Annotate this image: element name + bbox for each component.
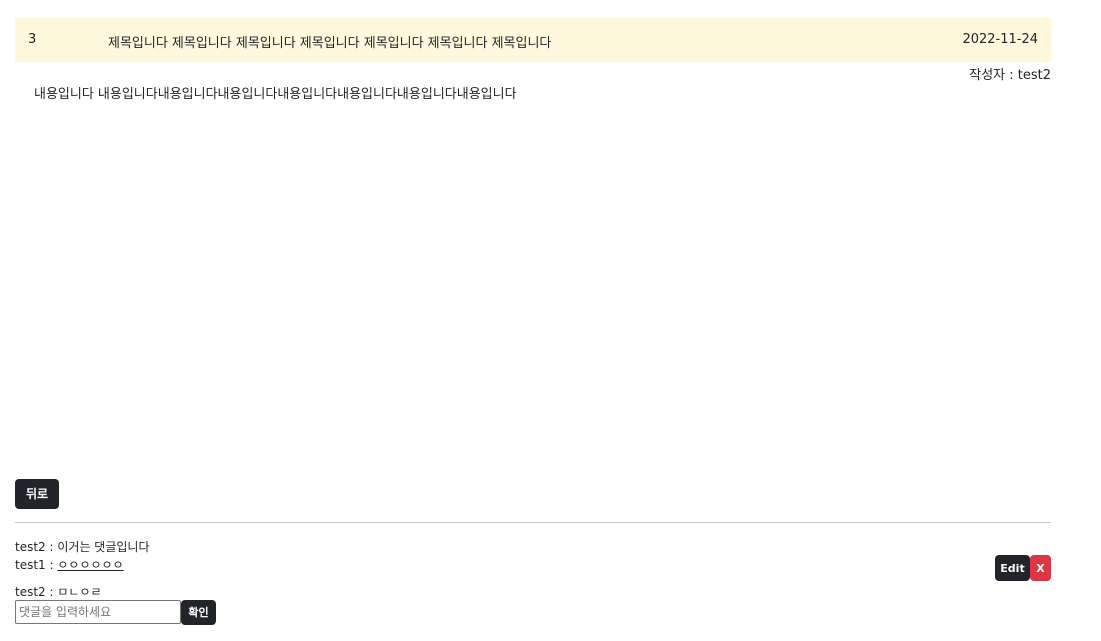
divider xyxy=(15,522,1051,523)
comment-item: test2 : 이거는 댓글입니다 xyxy=(15,538,150,555)
comment-text: 이거는 댓글입니다 xyxy=(57,540,150,554)
comment-input[interactable] xyxy=(15,600,181,624)
back-button[interactable]: 뒤로 xyxy=(15,479,59,509)
comment-text: ㅇㅇㅇㅇㅇㅇ xyxy=(57,558,124,572)
submit-comment-button[interactable]: 확인 xyxy=(181,600,216,625)
comment-separator: : xyxy=(45,558,58,572)
post-body: 내용입니다 내용입니다내용입니다내용입니다내용입니다내용입니다내용입니다내용입니… xyxy=(34,87,517,102)
delete-comment-button[interactable]: X xyxy=(1030,555,1051,581)
comment-text: ㅁㄴㅇㄹ xyxy=(57,585,102,599)
comment-item: test1 : ㅇㅇㅇㅇㅇㅇ xyxy=(15,556,124,573)
post-title: 제목입니다 제목입니다 제목입니다 제목입니다 제목입니다 제목입니다 제목입니… xyxy=(108,36,552,51)
comment-separator: : xyxy=(45,540,58,554)
post-date: 2022-11-24 xyxy=(962,32,1038,47)
post-author: 작성자 : test2 xyxy=(969,68,1051,83)
edit-comment-button[interactable]: Edit xyxy=(995,555,1030,581)
post-number: 3 xyxy=(28,32,37,47)
comment-author: test1 xyxy=(15,558,46,572)
comment-item: test2 : ㅁㄴㅇㄹ xyxy=(15,583,102,600)
comment-author: test2 xyxy=(15,585,46,599)
comment-author: test2 xyxy=(15,540,46,554)
comment-separator: : xyxy=(45,585,58,599)
post-header: 3 제목입니다 제목입니다 제목입니다 제목입니다 제목입니다 제목입니다 제목… xyxy=(15,18,1051,62)
